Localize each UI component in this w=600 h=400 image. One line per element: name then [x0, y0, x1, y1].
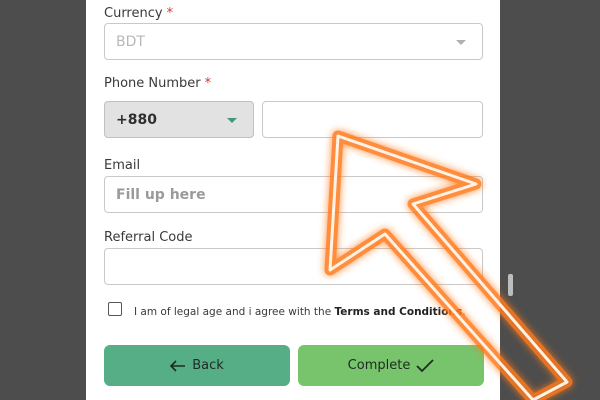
country-code-value: +880 [116, 112, 157, 128]
phone-label: Phone Number * [104, 76, 211, 91]
checkmark-icon [416, 358, 434, 372]
chevron-down-icon [227, 118, 237, 123]
back-button[interactable]: Back [104, 345, 290, 386]
country-code-select[interactable]: +880 [104, 101, 254, 138]
agree-text-end: . [462, 306, 466, 318]
back-button-label: Back [192, 358, 224, 373]
referral-label: Referral Code [104, 230, 193, 245]
agree-checkbox[interactable] [108, 302, 122, 316]
phone-number-input[interactable] [262, 101, 483, 138]
email-label: Email [104, 158, 141, 173]
currency-label: Currency * [104, 6, 173, 21]
required-mark: * [204, 76, 212, 91]
email-input[interactable] [104, 176, 483, 213]
currency-selected-value: BDT [116, 34, 145, 50]
currency-label-text: Currency [104, 6, 163, 21]
agree-text: I am of legal age and i agree with the T… [134, 306, 466, 318]
arrow-left-icon [170, 359, 186, 372]
phone-label-text: Phone Number [104, 76, 201, 91]
scrollbar-thumb[interactable] [508, 274, 513, 296]
required-mark: * [166, 6, 174, 21]
agree-text-body: I am of legal age and i agree with the [134, 306, 335, 318]
registration-form: Currency* BDT Phone Number* +880 Email R… [86, 0, 500, 400]
currency-select[interactable]: BDT [104, 23, 483, 60]
chevron-down-icon [456, 40, 466, 45]
complete-button-label: Complete [347, 358, 411, 373]
complete-button[interactable]: Complete [298, 345, 484, 386]
referral-code-input[interactable] [104, 248, 483, 285]
terms-link[interactable]: Terms and Conditions [335, 306, 463, 318]
